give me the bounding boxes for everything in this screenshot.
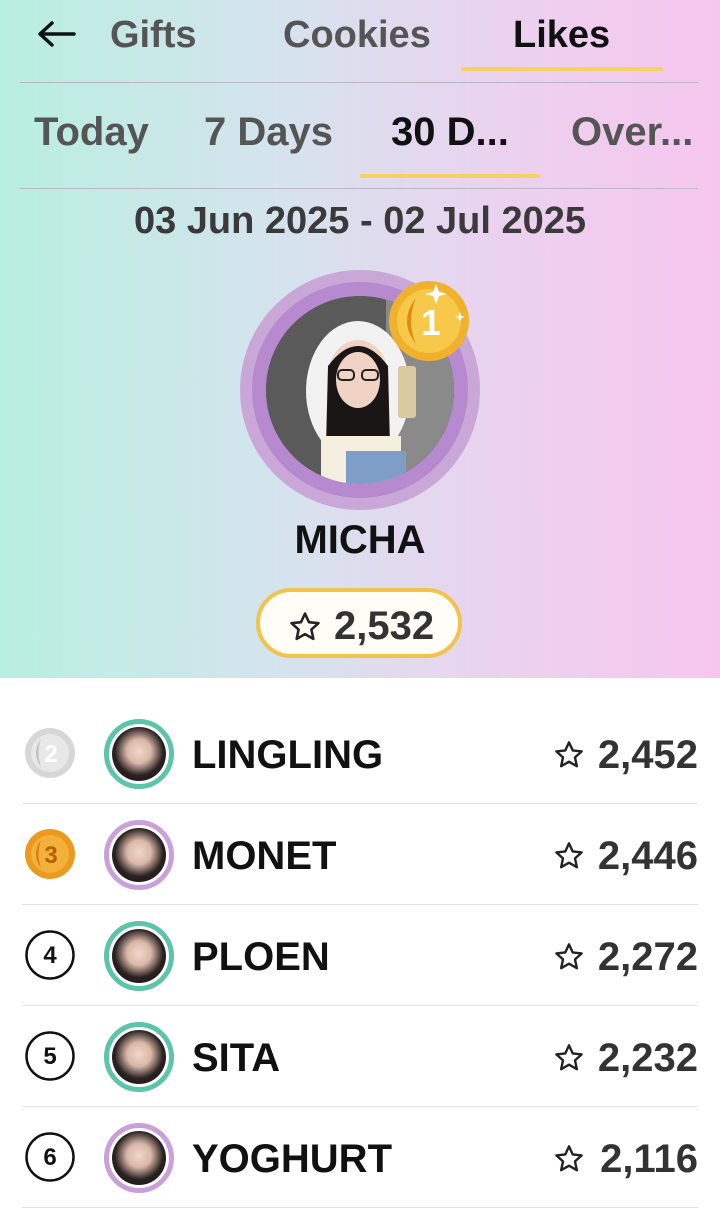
member-score: 2,272 <box>597 935 698 979</box>
rank-circle-icon: 6 <box>25 1132 75 1182</box>
active-period-indicator <box>360 174 540 178</box>
svg-text:2: 2 <box>44 741 57 768</box>
avatar[interactable] <box>104 719 174 789</box>
divider <box>20 82 698 83</box>
tab-7-days[interactable]: 7 Days <box>204 110 333 155</box>
leaderboard-row[interactable]: 2 LINGLING 2,452 <box>0 703 720 804</box>
divider <box>20 188 698 189</box>
rank-circle-icon: 4 <box>25 930 75 980</box>
leaderboard-row[interactable]: 5 SITA 2,232 <box>0 1006 720 1107</box>
member-score: 2,452 <box>597 733 698 777</box>
date-range: 03 Jun 2025 - 02 Jul 2025 <box>133 200 587 242</box>
tab-today[interactable]: Today <box>34 110 149 155</box>
leaderboard-header: Gifts Cookies Likes Today 7 Days 30 D...… <box>0 0 720 678</box>
winner-score: 2,532 <box>334 604 435 648</box>
tab-overall[interactable]: Over... <box>571 110 693 155</box>
star-icon <box>555 943 583 970</box>
star-icon <box>555 1145 583 1172</box>
svg-text:4: 4 <box>43 942 57 969</box>
svg-text:6: 6 <box>43 1144 56 1171</box>
svg-text:5: 5 <box>43 1043 56 1070</box>
leaderboard-row[interactable]: 3 MONET 2,446 <box>0 804 720 905</box>
winner-score-badge: 2,532 <box>256 588 462 658</box>
back-arrow-icon[interactable] <box>34 14 78 54</box>
avatar[interactable] <box>104 921 174 991</box>
star-icon <box>555 1044 583 1071</box>
rank-circle-icon: 5 <box>25 1031 75 1081</box>
active-tab-indicator <box>461 67 663 71</box>
avatar[interactable] <box>104 1123 174 1193</box>
leaderboard-row[interactable]: 6 YOGHURT 2,116 <box>0 1107 720 1208</box>
tab-gifts[interactable]: Gifts <box>110 14 197 57</box>
member-name: LINGLING <box>192 733 384 777</box>
bronze-medal-icon: 3 <box>25 829 75 879</box>
tab-30-days[interactable]: 30 D... <box>391 110 509 155</box>
star-icon <box>555 741 583 768</box>
svg-text:1: 1 <box>421 302 441 343</box>
star-icon <box>555 842 583 869</box>
member-score: 2,116 <box>600 1137 698 1181</box>
svg-text:3: 3 <box>44 842 57 869</box>
tab-likes[interactable]: Likes <box>513 14 610 57</box>
member-name: MONET <box>192 834 337 878</box>
member-score: 2,232 <box>597 1036 698 1080</box>
member-name: YOGHURT <box>192 1137 392 1181</box>
avatar[interactable] <box>104 820 174 890</box>
star-icon <box>290 612 320 641</box>
tab-cookies[interactable]: Cookies <box>283 14 431 57</box>
gold-medal-icon: 1 <box>389 281 469 361</box>
member-score: 2,446 <box>597 834 698 878</box>
silver-medal-icon: 2 <box>25 728 75 778</box>
avatar[interactable] <box>104 1022 174 1092</box>
leaderboard-row[interactable]: 4 PLOEN 2,272 <box>0 905 720 1006</box>
member-name: SITA <box>192 1036 281 1080</box>
member-name: PLOEN <box>192 935 330 979</box>
winner-name: MICHA <box>294 518 426 562</box>
